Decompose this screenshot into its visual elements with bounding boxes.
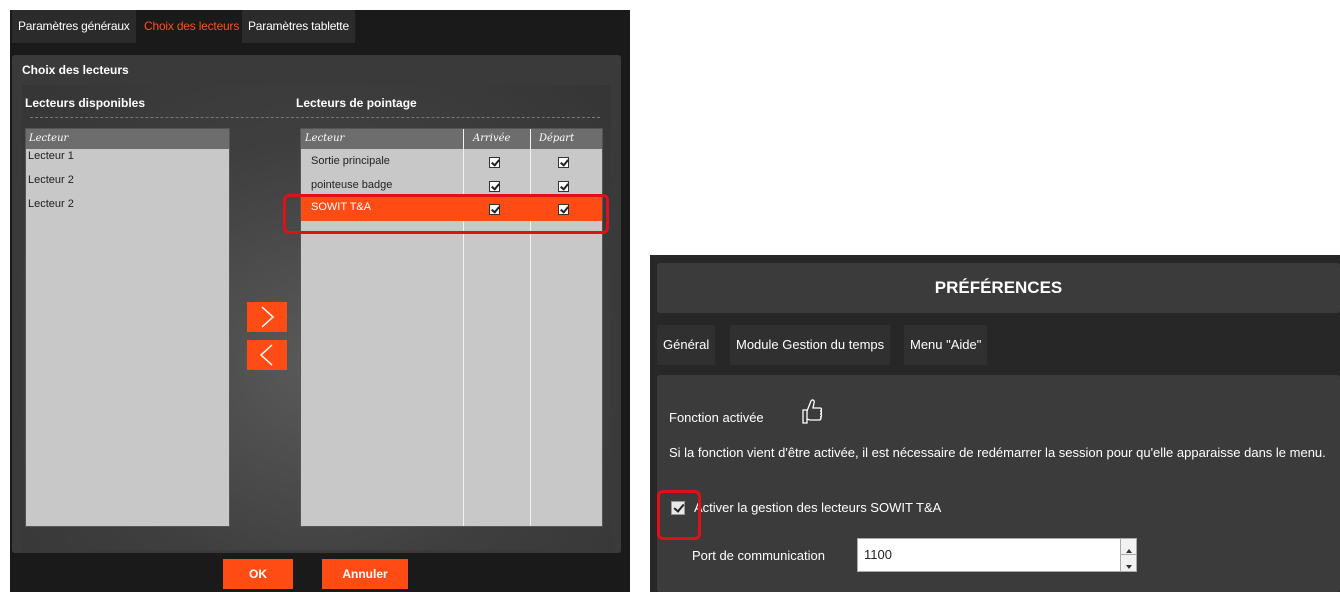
tab-reader-choice[interactable]: Choix des lecteurs [138, 10, 246, 43]
list-item[interactable]: Lecteur 1 [26, 149, 229, 173]
list-column-header: Lecteur [26, 129, 229, 149]
available-readers-list[interactable]: Lecteur Lecteur 1 Lecteur 2 Lecteur 2 [25, 128, 230, 527]
clocking-readers-title: Lecteurs de pointage [296, 96, 417, 110]
arrow-left-icon [259, 344, 273, 366]
list-item[interactable]: Lecteur 2 [26, 173, 229, 197]
chevron-down-icon [1126, 565, 1132, 569]
arrow-right-icon [261, 306, 275, 328]
tab-help-menu[interactable]: Menu "Aide" [904, 325, 988, 365]
tab-tablet-settings[interactable]: Paramètres tablette [242, 10, 355, 43]
readers-config-window: Paramètres généraux Choix des lecteurs P… [10, 10, 630, 592]
tab-time-management[interactable]: Module Gestion du temps [730, 325, 891, 365]
increment-button[interactable] [1120, 539, 1136, 555]
preferences-header: PRÉFÉRENCES [657, 263, 1340, 313]
column-header-departure: Départ [539, 133, 575, 144]
divider [30, 117, 600, 118]
port-label: Port de communication [692, 548, 825, 563]
available-readers-title: Lecteurs disponibles [25, 96, 146, 110]
remove-reader-button[interactable] [247, 340, 287, 370]
reader-choice-panel: Choix des lecteurs Lecteurs disponibles … [12, 55, 621, 553]
port-input[interactable]: 1100 [857, 538, 1137, 572]
panel-title: Choix des lecteurs [22, 63, 129, 77]
highlight-box [657, 490, 701, 540]
clocking-readers-table[interactable]: Lecteur Arrivée Départ Sortie principale… [300, 128, 603, 527]
tab-general[interactable]: Général [657, 325, 716, 365]
ok-button[interactable]: OK [223, 559, 293, 589]
preferences-window: PRÉFÉRENCES Général Module Gestion du te… [650, 255, 1340, 592]
highlight-box [283, 194, 609, 234]
column-header-arrival: Arrivée [473, 133, 511, 144]
arrival-checkbox[interactable] [489, 181, 500, 192]
arrival-checkbox[interactable] [489, 157, 500, 168]
cancel-button[interactable]: Annuler [322, 559, 408, 589]
table-header: Lecteur Arrivée Départ [301, 129, 602, 149]
port-value: 1100 [864, 547, 892, 562]
reader-name: Sortie principale [311, 155, 390, 167]
module-settings-panel: Fonction activée Si la fonction vient d'… [657, 375, 1340, 592]
list-item[interactable]: Lecteur 2 [26, 197, 229, 221]
thumbs-up-icon [802, 399, 823, 424]
departure-checkbox[interactable] [558, 157, 569, 168]
column-header-reader: Lecteur [305, 133, 345, 144]
page-title: PRÉFÉRENCES [934, 278, 1063, 297]
activate-label: Activer la gestion des lecteurs SOWIT T&… [694, 500, 942, 515]
add-reader-button[interactable] [247, 302, 287, 332]
restart-info-text: Si la fonction vient d'être activée, il … [669, 445, 1326, 460]
reader-lists-area: Lecteurs disponibles Lecteurs de pointag… [22, 85, 611, 550]
function-status-label: Fonction activée [669, 410, 764, 425]
tab-general-settings[interactable]: Paramètres généraux [12, 10, 136, 43]
departure-checkbox[interactable] [558, 181, 569, 192]
reader-name: pointeuse badge [311, 179, 393, 191]
decrement-button[interactable] [1120, 555, 1136, 571]
table-row[interactable]: Sortie principale [301, 151, 602, 173]
